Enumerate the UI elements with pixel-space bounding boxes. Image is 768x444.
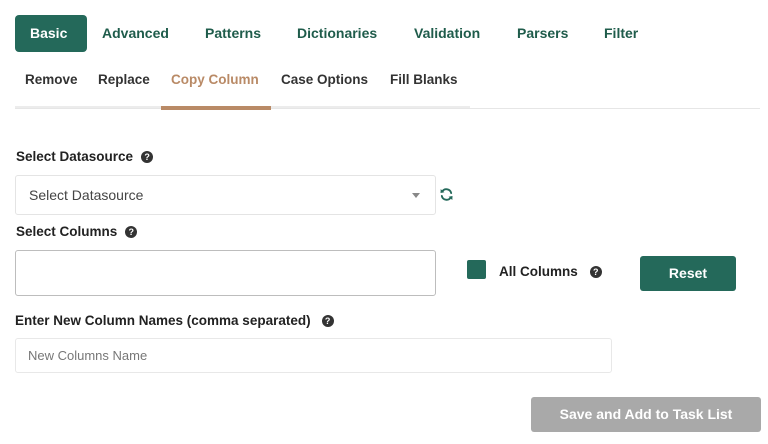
- columns-label: Select Columns ?: [16, 224, 138, 239]
- sub-tab-fill-blanks[interactable]: Fill Blanks: [390, 68, 458, 92]
- sub-tab-copy-column[interactable]: Copy Column: [171, 68, 259, 92]
- main-tab-dictionaries[interactable]: Dictionaries: [297, 15, 377, 52]
- sub-tab-case-options[interactable]: Case Options: [281, 68, 368, 92]
- main-tab-patterns[interactable]: Patterns: [205, 15, 261, 52]
- save-and-add-button[interactable]: Save and Add to Task List: [531, 397, 761, 432]
- main-tab-validation[interactable]: Validation: [414, 15, 480, 52]
- datasource-label-text: Select Datasource: [16, 149, 134, 164]
- main-tab-parsers[interactable]: Parsers: [517, 15, 568, 52]
- sub-tab-replace[interactable]: Replace: [98, 68, 150, 92]
- datasource-selected-value: Select Datasource: [29, 187, 144, 203]
- new-column-names-input[interactable]: [15, 338, 612, 373]
- all-columns-label-text: All Columns: [499, 264, 578, 279]
- question-circle-icon[interactable]: ?: [589, 265, 602, 278]
- main-tab-basic[interactable]: Basic: [15, 15, 87, 52]
- question-circle-icon[interactable]: ?: [321, 314, 334, 327]
- all-columns-checkbox[interactable]: [467, 260, 486, 279]
- refresh-icon[interactable]: [439, 187, 454, 202]
- sub-tab-remove[interactable]: Remove: [25, 68, 78, 92]
- caret-down-icon: [412, 193, 420, 198]
- question-circle-icon[interactable]: ?: [141, 150, 154, 163]
- subtab-divider: [15, 108, 760, 109]
- new-names-label: Enter New Column Names (comma separated)…: [15, 313, 334, 328]
- datasource-select[interactable]: Select Datasource: [15, 175, 436, 215]
- main-tab-filter[interactable]: Filter: [604, 15, 638, 52]
- all-columns-label: All Columns ?: [499, 264, 602, 279]
- question-circle-icon[interactable]: ?: [125, 225, 138, 238]
- datasource-label: Select Datasource ?: [16, 149, 154, 164]
- reset-button[interactable]: Reset: [640, 256, 736, 291]
- main-tab-advanced[interactable]: Advanced: [102, 15, 169, 52]
- new-names-label-text: Enter New Column Names (comma separated): [15, 313, 311, 328]
- active-subtab-underline: [161, 106, 271, 110]
- columns-multiselect[interactable]: [15, 250, 436, 296]
- columns-label-text: Select Columns: [16, 224, 118, 239]
